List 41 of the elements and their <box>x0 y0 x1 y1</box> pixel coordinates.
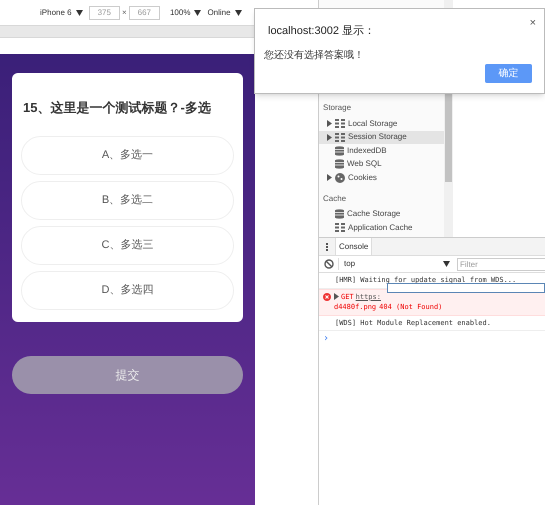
grid-icon <box>335 223 345 232</box>
sidebar-item[interactable]: Cache Storage <box>319 208 444 221</box>
device-select[interactable]: iPhone 6 <box>40 6 72 18</box>
grid-icon <box>335 119 345 128</box>
database-icon <box>335 159 344 170</box>
database-icon <box>335 146 344 156</box>
context-select[interactable]: top <box>338 258 453 270</box>
sidebar-item[interactable]: Local Storage <box>319 117 444 130</box>
database-icon <box>335 209 344 220</box>
cookie-icon <box>335 172 345 183</box>
caret-icon <box>194 10 202 16</box>
caret-icon <box>76 10 83 16</box>
grid-icon <box>335 132 345 142</box>
console-prompt[interactable]: › <box>319 331 545 346</box>
sidebar-item[interactable]: IndexedDB <box>319 144 444 158</box>
sidebar-item[interactable]: Cookies <box>319 171 444 184</box>
close-button[interactable]: × <box>530 15 536 32</box>
zoom-select[interactable]: 100% <box>170 6 190 18</box>
answer-option[interactable]: A、多选一 <box>21 136 234 174</box>
dialog-message: 您还没有选择答案哦！ <box>264 48 365 62</box>
section-heading: Cache <box>322 192 348 204</box>
expand-triangle-icon <box>334 293 339 300</box>
section-heading: Storage <box>322 102 352 114</box>
network-select[interactable]: Online <box>207 6 231 18</box>
answer-option[interactable]: D、多选四 <box>21 270 234 310</box>
error-icon <box>323 292 331 300</box>
caret-icon <box>443 261 450 267</box>
expand-arrow[interactable] <box>334 293 339 300</box>
answer-option[interactable]: B、多选二 <box>21 180 234 220</box>
sidebar-item[interactable]: Application Cache <box>319 221 444 234</box>
sidebar-item[interactable]: Session Storage <box>319 130 444 144</box>
filter-field[interactable]: Filter <box>457 258 545 270</box>
times-sign: × <box>122 6 127 18</box>
console-tab[interactable]: Console <box>335 238 372 255</box>
clear-icon[interactable] <box>324 259 334 269</box>
question-title: 15、这里是一个测试标题？-多选 <box>22 99 212 117</box>
caret-icon <box>234 10 242 16</box>
answer-option[interactable]: C、多选三 <box>21 226 234 264</box>
sidebar-item[interactable]: Web SQL <box>319 158 444 171</box>
expand-triangle-icon <box>327 174 332 182</box>
dialog-title: localhost:3002 显示： <box>268 24 376 39</box>
